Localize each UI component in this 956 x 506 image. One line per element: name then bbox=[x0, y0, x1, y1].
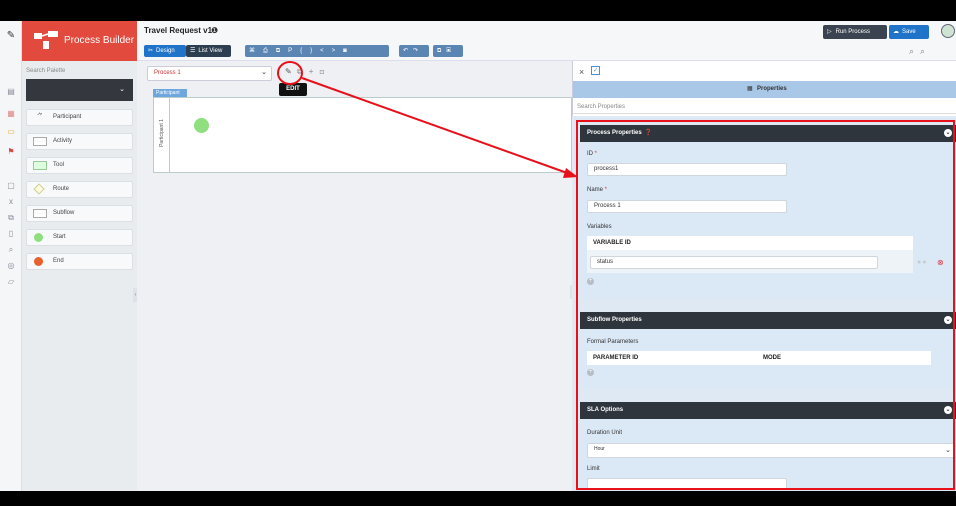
annotation-arrowhead bbox=[563, 168, 578, 178]
annotation-overlay bbox=[277, 61, 955, 490]
annotation-box bbox=[576, 120, 955, 490]
annotation-arrow bbox=[301, 77, 571, 175]
annotation-circle bbox=[277, 61, 303, 85]
